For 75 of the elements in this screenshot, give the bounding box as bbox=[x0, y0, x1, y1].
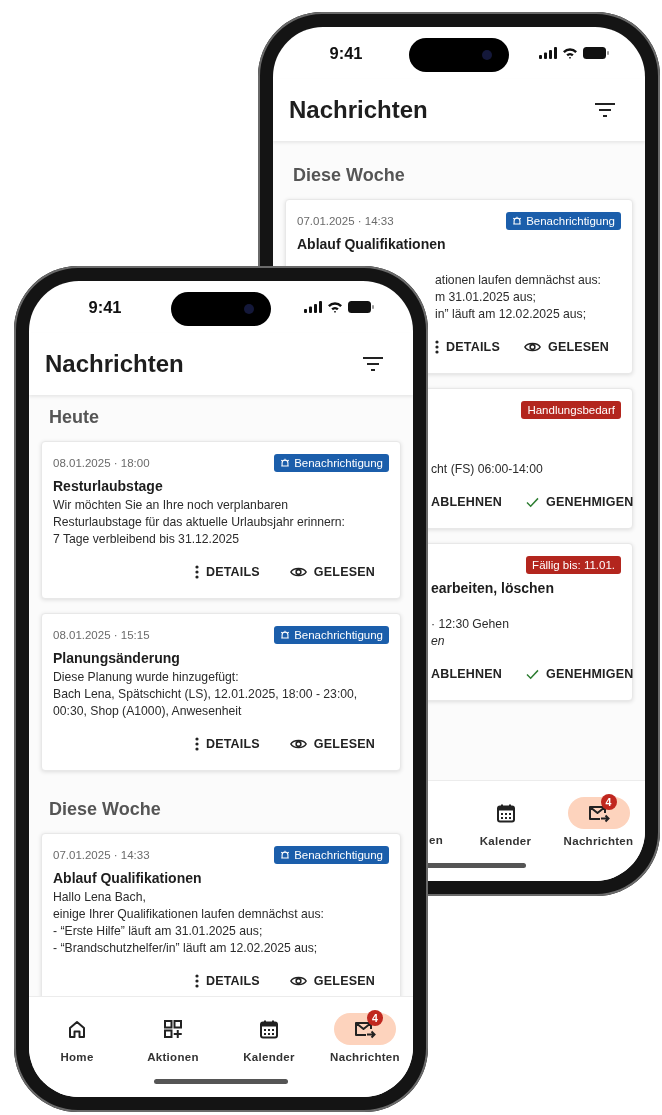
tag-text: Benachrichtigung bbox=[526, 215, 615, 227]
eye-icon bbox=[289, 738, 307, 750]
wifi-icon bbox=[562, 47, 578, 59]
signal-icon bbox=[539, 47, 557, 59]
nav-tab[interactable]: Kalender bbox=[459, 797, 552, 847]
check-icon bbox=[526, 668, 540, 680]
bell-icon bbox=[512, 216, 523, 226]
message-title: Planungsänderung bbox=[53, 649, 181, 668]
message-text: Diese Planung wurde hinzugefügt: Bach Lena, Spätschicht (LS), 12.01.2025, 18:00 - 23:00, 00:30, Shop (A1000), Anwesenheit bbox=[53, 669, 359, 720]
count-badge: 4 bbox=[367, 1010, 383, 1026]
message-date: 08.01.2025 · 18:00 bbox=[53, 457, 150, 469]
kebab-icon bbox=[194, 974, 199, 988]
tag-text: Benachrichtigung bbox=[294, 457, 383, 469]
nav-tab[interactable]: 4 Nachrichten bbox=[317, 1013, 413, 1063]
nav-tab[interactable]: Home bbox=[29, 1013, 125, 1063]
message-title: Ablauf Qualifikationen bbox=[297, 235, 447, 254]
calendar-icon bbox=[495, 803, 516, 823]
filter-icon[interactable] bbox=[363, 357, 383, 371]
section-heading: Diese Woche bbox=[49, 798, 162, 821]
details-button[interactable]: DETAILS bbox=[194, 969, 260, 993]
grid-plus-icon bbox=[163, 1019, 183, 1039]
reject-button[interactable]: ABLEHNEN bbox=[431, 662, 503, 686]
message-text: Wir möchten Sie an Ihre noch verplanbaren Resturlaubstage für das aktuelle Urlaubsjahr erinnern: 7 Tage verbleibend bis 31.12.2025 bbox=[53, 497, 346, 548]
eye-icon bbox=[289, 975, 307, 987]
message-title: earbeiten, löschen bbox=[431, 579, 555, 598]
check-icon bbox=[526, 496, 540, 508]
kebab-icon bbox=[194, 737, 199, 751]
calendar-icon bbox=[259, 1019, 279, 1039]
approve-button[interactable]: GENEHMIGEN bbox=[526, 490, 634, 514]
section-heading: Heute bbox=[49, 406, 100, 429]
kebab-icon bbox=[194, 565, 199, 579]
bell-icon bbox=[280, 630, 291, 640]
nav-tab[interactable]: Kalender bbox=[221, 1013, 317, 1063]
message-date: 07.01.2025 · 14:33 bbox=[53, 849, 150, 861]
reject-button[interactable]: ABLEHNEN bbox=[431, 490, 503, 514]
filter-icon[interactable] bbox=[595, 103, 615, 117]
status-time: 9:41 bbox=[87, 297, 122, 317]
nav-tab[interactable]: 4 Nachrichten bbox=[552, 797, 645, 847]
message-text: Hallo Lena Bach, einige Ihrer Qualifikationen laufen demnächst aus: - “Erste Hilfe” läuft am 31.01.2025 aus; - “Brandschutzhelfer/in” läuft am 12.02.2025 aus; bbox=[53, 889, 325, 957]
section-heading: Diese Woche bbox=[293, 164, 406, 187]
message-date: 07.01.2025 · 14:33 bbox=[297, 215, 394, 227]
read-button[interactable]: GELESEN bbox=[289, 560, 375, 584]
tag-text: Handlungsbedarf bbox=[527, 404, 615, 416]
signal-icon bbox=[304, 301, 322, 313]
tag-text: Benachrichtigung bbox=[294, 849, 383, 861]
wifi-icon bbox=[327, 301, 343, 313]
message-text: ationen laufen demnächst aus: m 31.01.2025 aus; in” läuft am 12.02.2025 aus; bbox=[435, 272, 602, 323]
message-title: Ablauf Qualifikationen bbox=[53, 869, 203, 888]
battery-icon bbox=[583, 47, 609, 59]
message-text: · 12:30 Gehen en bbox=[431, 616, 510, 650]
read-button[interactable]: GELESEN bbox=[523, 335, 610, 359]
eye-icon bbox=[289, 566, 307, 578]
approve-button[interactable]: GENEHMIGEN bbox=[526, 662, 634, 686]
message-date: 08.01.2025 · 15:15 bbox=[53, 629, 150, 641]
message-text: cht (FS) 06:00-14:00 bbox=[431, 461, 544, 478]
details-button[interactable]: DETAILS bbox=[194, 732, 260, 756]
count-badge: 4 bbox=[600, 794, 617, 810]
read-button[interactable]: GELESEN bbox=[289, 969, 375, 993]
home-icon bbox=[67, 1019, 87, 1039]
message-title: Resturlaubstage bbox=[53, 477, 164, 496]
battery-icon bbox=[348, 301, 374, 313]
read-button[interactable]: GELESEN bbox=[289, 732, 375, 756]
tag-text: Fällig bis: 11.01. bbox=[532, 559, 615, 571]
bell-icon bbox=[280, 850, 291, 860]
bell-icon bbox=[280, 458, 291, 468]
details-button[interactable]: DETAILS bbox=[194, 560, 260, 584]
nav-tab[interactable]: Aktionen bbox=[125, 1013, 221, 1063]
tag-text: Benachrichtigung bbox=[294, 629, 383, 641]
status-time: 9:41 bbox=[328, 43, 363, 63]
page-title: Nachrichten bbox=[45, 350, 184, 378]
nav-tab[interactable]: en bbox=[428, 798, 459, 846]
page-title: Nachrichten bbox=[289, 96, 428, 124]
kebab-icon bbox=[435, 340, 439, 354]
eye-icon bbox=[523, 341, 541, 353]
details-button[interactable]: DETAILS bbox=[435, 335, 500, 359]
